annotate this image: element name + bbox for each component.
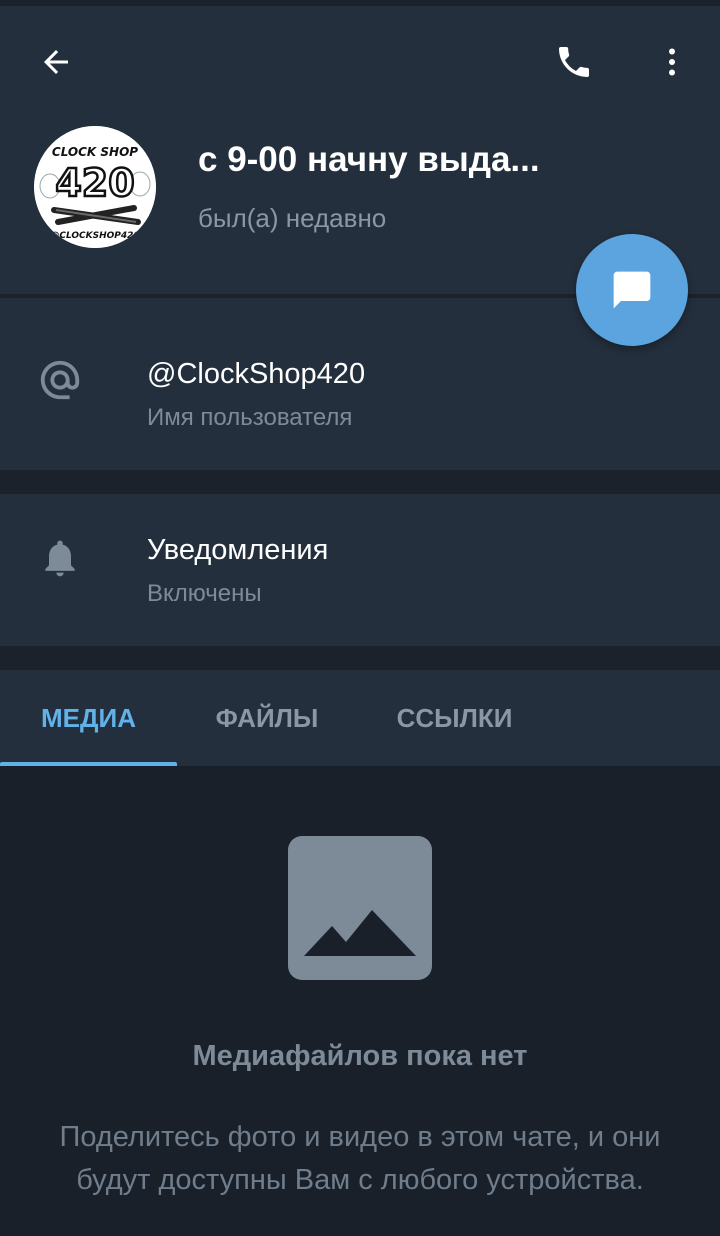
- more-vertical-icon: [669, 48, 675, 76]
- notifications-row[interactable]: Уведомления Включены: [0, 494, 720, 646]
- tab-files[interactable]: ФАЙЛЫ: [177, 670, 357, 766]
- chat-title: с 9-00 начну выда...: [198, 140, 540, 179]
- svg-text:420: 420: [55, 161, 134, 205]
- tab-media[interactable]: МЕДИА: [0, 670, 177, 766]
- svg-text:CLOCK SHOP: CLOCK SHOP: [52, 145, 138, 159]
- avatar-logo-image: CLOCK SHOP 420 @CLOCKSHOP420: [34, 126, 156, 248]
- section-divider: [0, 646, 720, 670]
- send-message-button[interactable]: [576, 234, 688, 346]
- bell-icon: [36, 534, 84, 582]
- arrow-left-icon: [44, 50, 68, 74]
- empty-state-title: Медиафайлов пока нет: [192, 1040, 528, 1072]
- call-button[interactable]: [542, 30, 606, 94]
- notifications-status: Включены: [147, 580, 262, 607]
- notifications-label: Уведомления: [147, 534, 329, 566]
- section-divider: [0, 470, 720, 494]
- message-icon: [613, 271, 651, 309]
- last-seen-status: был(а) недавно: [198, 203, 387, 233]
- image-icon: [288, 836, 432, 980]
- username-value: @ClockShop420: [147, 358, 366, 390]
- shared-media-tabs: МЕДИА ФАЙЛЫ ССЫЛКИ: [0, 670, 720, 766]
- more-options-button[interactable]: [640, 30, 704, 94]
- avatar[interactable]: CLOCK SHOP 420 @CLOCKSHOP420: [34, 126, 156, 248]
- tab-links[interactable]: ССЫЛКИ: [357, 670, 552, 766]
- username-label: Имя пользователя: [147, 404, 353, 431]
- phone-icon: [559, 47, 589, 77]
- at-sign-icon: [36, 356, 84, 404]
- back-button[interactable]: [24, 30, 88, 94]
- empty-state-text: Поделитесь фото и видео в этом чате, и о…: [59, 1121, 661, 1196]
